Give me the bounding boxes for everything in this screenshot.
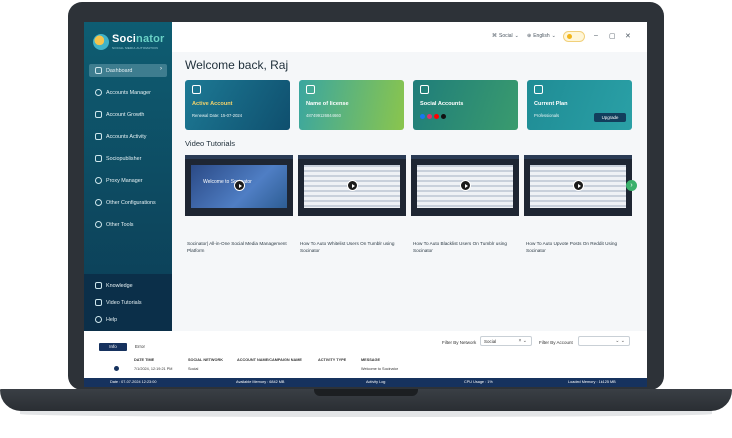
activity-log-link[interactable]: Activity Log [366, 380, 385, 384]
facebook-icon[interactable] [420, 114, 425, 119]
video-caption-2: How To Auto Whitelist Users On Tumblr us… [300, 241, 395, 253]
network-icon: ⌘ [492, 33, 497, 39]
logo-icon [93, 34, 109, 50]
plan-icon [534, 85, 543, 94]
knowledge-icon [95, 282, 102, 289]
video-thumbnail-2[interactable] [298, 155, 406, 216]
language-selector[interactable]: ⊕ English ⌄ [527, 33, 556, 39]
video-thumbnail-4[interactable] [524, 155, 632, 216]
activity-icon [95, 133, 102, 140]
clear-icon[interactable]: × ⌄ [519, 337, 528, 346]
laptop-notch [314, 389, 418, 396]
sun-icon [567, 34, 572, 39]
sidebar-item-accounts-activity[interactable]: Accounts Activity [89, 130, 167, 143]
help-icon [95, 316, 102, 323]
sidebar-item-other-tools[interactable]: Other Tools [89, 218, 167, 231]
laptop-shadow [20, 411, 712, 417]
sidebar-item-sociopublisher[interactable]: Sociopublisher [89, 152, 167, 165]
license-icon [306, 85, 315, 94]
growth-icon [95, 111, 102, 118]
carousel-next-button[interactable]: › [626, 180, 637, 191]
sidebar-item-video-tutorials[interactable]: Video Tutorials [89, 296, 167, 309]
video-caption-3: How To Auto Blacklist Users On Tumblr us… [413, 241, 507, 253]
top-bar: ⌘ Social ⌄ ⊕ English ⌄ – ▢ ✕ [172, 22, 647, 52]
status-loaded-memory: Loaded Memory : 1k125 MB [568, 380, 616, 384]
tab-error[interactable]: Error [135, 343, 145, 351]
sidebar-item-proxy-manager[interactable]: Proxy Manager [89, 174, 167, 187]
video-caption-4: How To Auto Upvote Posts On Reddit Using… [526, 241, 618, 253]
globe-icon: ⊕ [527, 33, 532, 39]
chevron-right-icon: › [160, 66, 162, 72]
card-active-account: Active Account Renewal Date: 15-07-2024 [185, 80, 290, 130]
tab-info[interactable]: Info [99, 343, 127, 351]
app-screen: Socinator SOCIAL MEDIA AUTOMATION Dashbo… [84, 22, 647, 387]
account-icon [192, 85, 201, 94]
status-available-memory: Available Memory : 6842 MB [236, 380, 285, 384]
social-icons [420, 114, 446, 119]
play-icon[interactable] [460, 180, 471, 191]
logo-tagline: SOCIAL MEDIA AUTOMATION [112, 46, 159, 50]
sidebar-bottom: Knowledge Video Tutorials Help [84, 274, 172, 331]
sidebar-item-help[interactable]: Help [89, 313, 167, 326]
column-header: DATE TIME [134, 358, 155, 362]
network-selector[interactable]: ⌘ Social ⌄ [492, 33, 519, 39]
table-cell: 7/1/2024, 12:19:21 PM [134, 367, 173, 371]
sidebar-item-other-configurations[interactable]: Other Configurations [89, 196, 167, 209]
column-header: MESSAGE [361, 358, 380, 362]
play-icon[interactable] [347, 180, 358, 191]
upgrade-button[interactable]: Upgrade [594, 113, 626, 122]
page-title: Welcome back, Raj [185, 58, 289, 72]
column-header: SOCIAL NETWORK [188, 358, 223, 362]
maximize-button[interactable]: ▢ [609, 32, 616, 40]
x-icon[interactable] [441, 114, 446, 119]
accounts-icon [95, 89, 102, 96]
megaphone-icon [420, 85, 429, 94]
play-icon[interactable] [573, 180, 584, 191]
status-bar: Date : 07-07-2024 12:23:00 Available Mem… [84, 378, 647, 387]
video-thumbnail-3[interactable] [411, 155, 519, 216]
video-icon [95, 299, 102, 306]
sidebar-item-accounts-manager[interactable]: Accounts Manager [89, 86, 167, 99]
theme-toggle[interactable] [563, 31, 585, 42]
chevron-down-icon: ⌄ ⌄ [615, 338, 625, 344]
column-header: ACCOUNT NAME/CAMPAIGN NAME [237, 358, 302, 362]
dashboard-main: Welcome back, Raj Active Account Renewal… [172, 52, 647, 331]
config-icon [95, 199, 102, 206]
publisher-icon [95, 155, 102, 162]
video-thumbnail-1[interactable]: Welcome to Socinator [185, 155, 293, 216]
logo-text: Socinator [112, 33, 165, 45]
video-caption-1: Socinator| All-in-One Social Media Manag… [187, 241, 287, 253]
info-icon [114, 366, 119, 371]
video-tutorials-heading: Video Tutorials [185, 139, 236, 148]
sidebar-item-account-growth[interactable]: Account Growth [89, 108, 167, 121]
status-cpu: CPU Usage : 1% [464, 380, 493, 384]
instagram-icon[interactable] [427, 114, 432, 119]
filter-network-select[interactable]: Social × ⌄ [480, 336, 532, 346]
table-cell: Welcome to Socinator [361, 367, 399, 371]
tools-icon [95, 221, 102, 228]
card-license: Name of license 487499126844660 [299, 80, 404, 130]
sidebar-item-knowledge[interactable]: Knowledge [89, 279, 167, 292]
minimize-button[interactable]: – [594, 32, 598, 39]
proxy-icon [95, 177, 102, 184]
filter-account-select[interactable]: ⌄ ⌄ [578, 336, 630, 346]
chevron-down-icon: ⌄ [551, 33, 556, 39]
dashboard-icon [95, 67, 102, 74]
column-header: ACTIVITY TYPE [318, 358, 347, 362]
status-date: Date : 07-07-2024 12:23:00 [110, 380, 157, 384]
filter-network-label: Filter By Network [442, 340, 477, 345]
sidebar: Socinator SOCIAL MEDIA AUTOMATION Dashbo… [84, 22, 172, 331]
table-cell: Social [188, 367, 199, 371]
sidebar-item-dashboard[interactable]: Dashboard › [89, 64, 167, 77]
youtube-icon[interactable] [434, 114, 439, 119]
play-icon[interactable] [234, 180, 245, 191]
card-current-plan: Current Plan Professionals Upgrade [527, 80, 632, 130]
app-logo: Socinator SOCIAL MEDIA AUTOMATION [93, 31, 169, 53]
chevron-down-icon: ⌄ [514, 33, 519, 39]
card-social-accounts: Social Accounts [413, 80, 518, 130]
filter-account-label: Filter By Account [539, 340, 573, 345]
close-button[interactable]: ✕ [625, 32, 631, 40]
logs-panel: Info Error Filter By Network Social × ⌄ … [84, 331, 647, 378]
